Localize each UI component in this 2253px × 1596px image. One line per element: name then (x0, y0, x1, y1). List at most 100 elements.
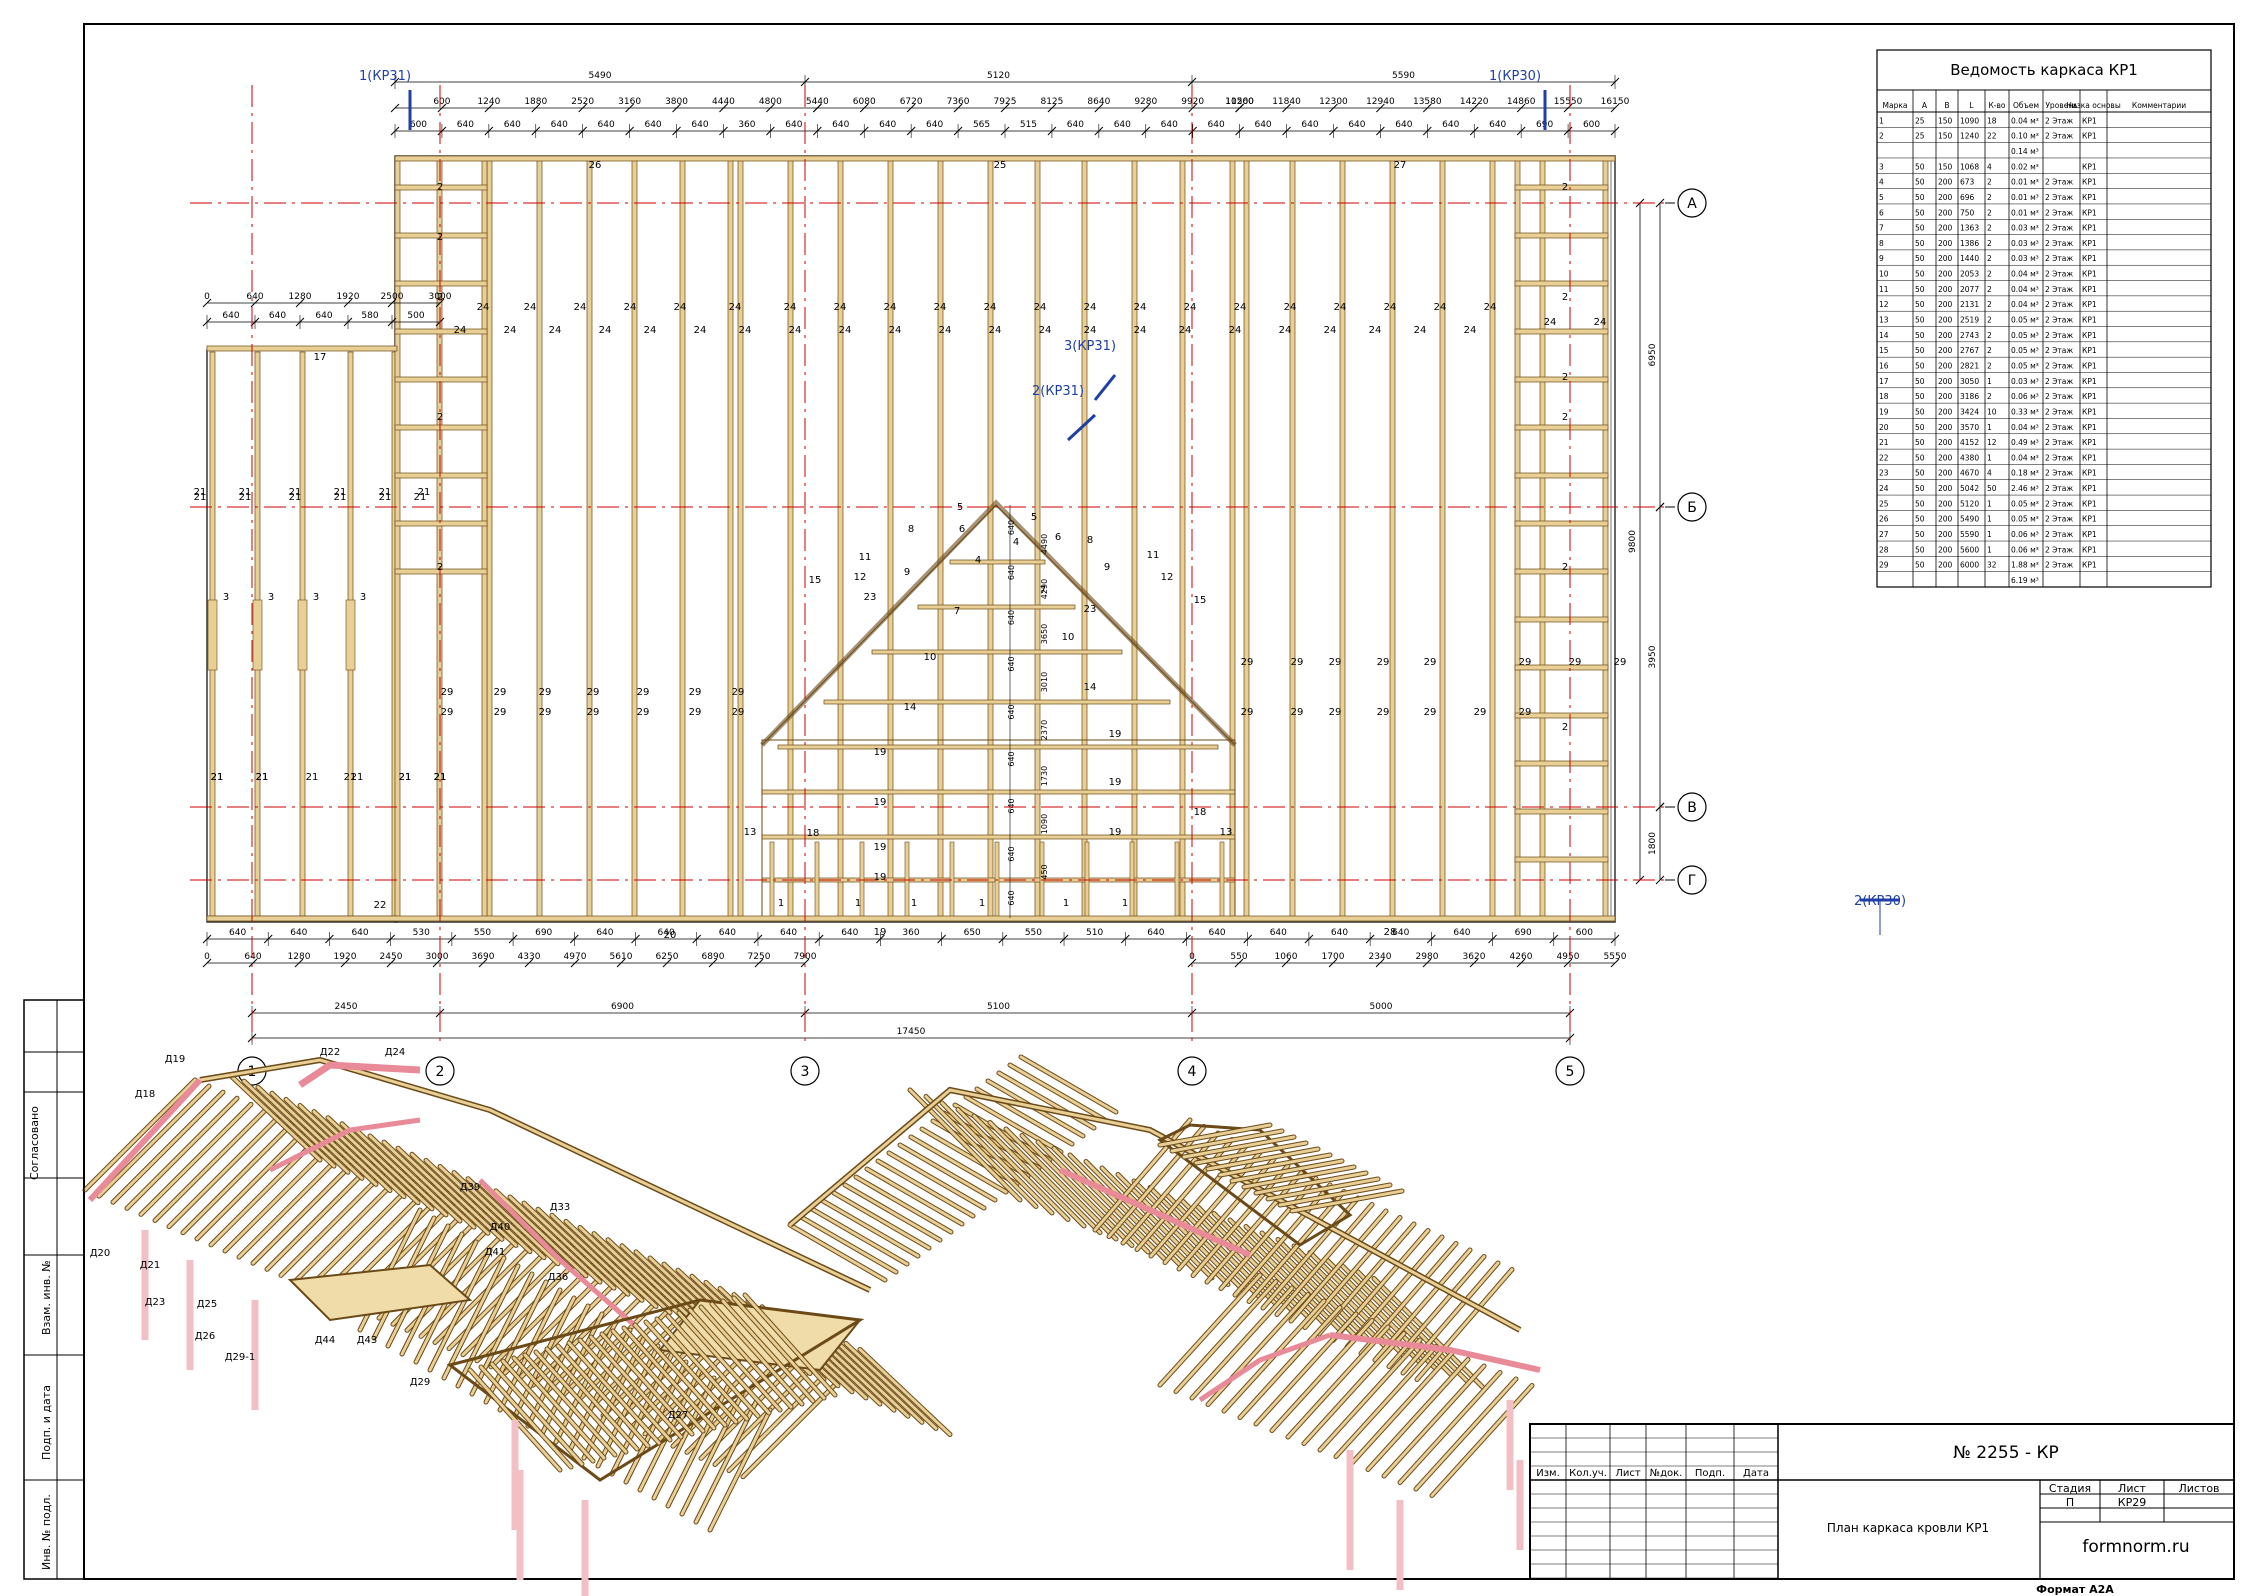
mark-label: 14 (1084, 682, 1097, 693)
mark-label-29: 29 (494, 687, 507, 698)
table-cell: КР1 (2082, 499, 2097, 508)
table-cell: 0.04 м³ (2011, 300, 2039, 309)
table-cell: 50 (1915, 270, 1925, 279)
table-cell: 2 Этаж (2045, 469, 2073, 478)
table-header-0: Марка (1883, 101, 1908, 110)
table-cell: 2 (1879, 132, 1884, 141)
mark-label-24: 24 (524, 302, 537, 313)
table-cell: 32 (1987, 561, 1997, 570)
table-cell: 1 (1987, 499, 1992, 508)
dim-bottom-spacing-label: 640 (351, 928, 368, 938)
table-cell: КР1 (2082, 545, 2097, 554)
mark-label: 5 (957, 502, 963, 513)
table-cell: КР1 (2082, 224, 2097, 233)
mark-label-24: 24 (1184, 302, 1197, 313)
dim-bottom-cum-left-label: 1920 (334, 952, 357, 962)
dim-top-overall-label: 5120 (987, 71, 1010, 81)
mark-label-29: 29 (732, 687, 745, 698)
table-cell: КР1 (2082, 254, 2097, 263)
mark-label: 8 (908, 524, 914, 535)
section-mark-2: 2(КР31) (1032, 384, 1084, 399)
dim-left-spacing-label: 640 (315, 311, 332, 321)
mark-label: 19 (874, 927, 887, 938)
table-cell: 8 (1879, 239, 1884, 248)
table-cell: КР1 (2082, 561, 2097, 570)
iso-label: Д39 (460, 1182, 481, 1193)
table-frame (1876, 49, 2212, 588)
iso-rafter-face (1190, 1286, 1294, 1400)
table-cell: КР1 (2082, 239, 2097, 248)
table-cell: 50 (1915, 499, 1925, 508)
mark-label: 6 (959, 524, 965, 535)
dim-bottom-spacing-label: 690 (535, 928, 552, 938)
iso-label: Д36 (548, 1272, 569, 1283)
dim-top-spacing-label: 640 (879, 120, 896, 130)
table-cell: 2 (1987, 208, 1992, 217)
iso-label: Д19 (165, 1054, 186, 1065)
table-cell: 50 (1915, 545, 1925, 554)
table-cell: 21 (1879, 438, 1889, 447)
dim-bottom-cum-right-label: 2980 (1416, 952, 1439, 962)
table-cell: КР1 (2082, 316, 2097, 325)
table-cell: 2 Этаж (2045, 208, 2073, 217)
rafter (1439, 159, 1446, 919)
table-cell: 0.01 м³ (2011, 193, 2039, 202)
mark-label-29: 29 (1474, 707, 1487, 718)
mark-label-24: 24 (1384, 302, 1397, 313)
mark-label: 18 (1194, 807, 1207, 818)
dim-top-cum-right-label: 13580 (1413, 97, 1442, 107)
gable-ladder-rung (1514, 856, 1609, 863)
mark-label-29: 29 (1569, 657, 1582, 668)
table-cell: 1068 (1960, 162, 1979, 171)
table-cell: 2 Этаж (2045, 116, 2073, 125)
table-cell: 28 (1879, 545, 1889, 554)
mark-label-24: 24 (834, 302, 847, 313)
sheets-label: Листов (2178, 1482, 2219, 1495)
table-cell: 200 (1938, 545, 1953, 554)
mark-label-24: 24 (1034, 302, 1047, 313)
table-cell: 5120 (1960, 499, 1979, 508)
table-cell: 2 Этаж (2045, 178, 2073, 187)
table-cell: 200 (1938, 438, 1953, 447)
table-cell: КР1 (2082, 361, 2097, 370)
iso-rafter-face (1382, 1364, 1486, 1478)
gable-ladder-rung (394, 376, 488, 383)
dim-top-spacing-label: 640 (1348, 120, 1365, 130)
stamp-inv-orig: Инв. № подл. (40, 1494, 53, 1570)
table-cell: 50 (1915, 377, 1925, 386)
mark-label-24: 24 (504, 325, 517, 336)
table-cell: 18 (1879, 392, 1889, 401)
dim-bottom-cum-left-label: 3690 (472, 952, 495, 962)
dim-top-cum-mid-label: 9920 (1181, 97, 1204, 107)
table-cell: 200 (1938, 346, 1953, 355)
table-cell: 3186 (1960, 392, 1979, 401)
table-cell: 2 (1987, 193, 1992, 202)
mark-label: 2 (437, 292, 443, 303)
mark-label-29: 29 (732, 707, 745, 718)
mark-label: 19 (874, 872, 887, 883)
table-header-8: Комментарии (2132, 101, 2186, 110)
table-cell: КР1 (2082, 392, 2097, 401)
mark-label: 2 (1562, 562, 1568, 573)
mark-label-24: 24 (1334, 302, 1347, 313)
rafter (887, 159, 894, 919)
dim-bottom-cum-left-label: 6250 (656, 952, 679, 962)
dim-top-spacing-label: 640 (1208, 120, 1225, 130)
iso-label: Д26 (195, 1331, 216, 1342)
table-cell: 2 (1987, 300, 1992, 309)
table-cell: 0.04 м³ (2011, 116, 2039, 125)
axis-number-2: 3 (801, 1064, 810, 1080)
iso-rafter-face (1414, 1377, 1518, 1491)
dim-top-spacing-label: 640 (1114, 120, 1131, 130)
table-cell: 0.04 м³ (2011, 453, 2039, 462)
dim-top-cum-right-label: 12300 (1319, 97, 1348, 107)
table-cell: 200 (1938, 254, 1953, 263)
mark-label-21: 21 (399, 772, 412, 783)
axis-letter-2: В (1687, 800, 1697, 816)
section-mark-3: 3(КР31) (1064, 339, 1116, 354)
dim-top-cum-right-label: 11200 (1225, 97, 1254, 107)
dim-center-cum-label: 3650 (1040, 624, 1049, 644)
mark-label-29: 29 (1519, 657, 1532, 668)
table-cell: 16 (1879, 361, 1889, 370)
dim-bottom-cum-right-label: 1700 (1322, 952, 1345, 962)
